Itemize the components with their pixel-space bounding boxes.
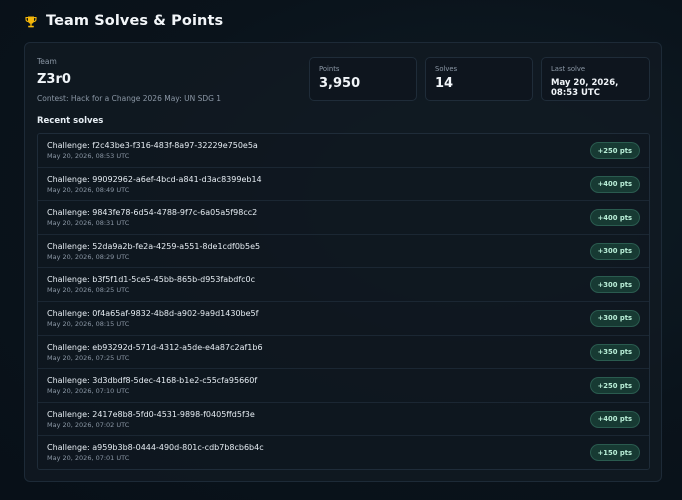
last-solve-value: May 20, 2026, 08:53 UTC: [551, 78, 619, 98]
team-panel: Team Z3r0 Contest: Hack for a Change 202…: [24, 42, 662, 482]
solve-time: May 20, 2026, 08:31 UTC: [47, 219, 130, 228]
page-header: Team Solves & Points: [24, 10, 223, 32]
solve-time: May 20, 2026, 08:53 UTC: [47, 152, 130, 160]
solve-time: May 20, 2026, 07:02 UTC: [47, 420, 130, 429]
challenge-name: Challenge: f2c43be3-f316-483f-8a97-32229…: [47, 141, 258, 150]
solve-row: Challenge: 0f4a65af-9832-4b8d-a902-9a9d1…: [38, 301, 649, 336]
solve-row: Challenge: eb93292d-571d-4312-a5de-e4a87…: [38, 335, 649, 370]
points-value: 3,950: [319, 76, 361, 91]
solve-row: Challenge: 99092962-a6ef-4bcd-a841-d3ac8…: [38, 167, 649, 202]
solve-time: May 20, 2026, 08:25 UTC: [47, 286, 130, 295]
points-badge: +250 pts: [589, 142, 640, 159]
solve-time: May 20, 2026, 08:49 UTC: [47, 185, 130, 194]
challenge-name: Challenge: 9843fe78-6d54-4788-9f7c-6a05a…: [47, 208, 258, 218]
solves-value: 14: [435, 76, 454, 91]
challenge-name: Challenge: 52da9a2b-fe2a-4259-a551-8de1c…: [47, 241, 261, 251]
solve-row: Challenge: b3f5f1d1-5ce5-45bb-865b-d953f…: [38, 268, 649, 302]
solve-row: Challenge: f2c43be3-f316-483f-8a97-32229…: [38, 134, 649, 168]
challenge-name: Challenge: eb93292d-571d-4312-a5de-e4a87…: [47, 342, 263, 352]
trophy-icon: [24, 14, 38, 28]
recent-solves-title: Recent solves: [37, 116, 104, 126]
solve-row: Challenge: 3d3dbdf8-5dec-4168-b1e2-c55cf…: [38, 369, 649, 403]
solve-row: Challenge: 2417e8b8-5fd0-4531-9898-f0405…: [38, 402, 649, 437]
challenge-name: Challenge: b3f5f1d1-5ce5-45bb-865b-d953f…: [47, 275, 256, 285]
solve-row: Challenge: 9843fe78-6d54-4788-9f7c-6a05a…: [38, 201, 649, 235]
solves-label: Solves: [435, 65, 458, 73]
points-card: Points 3,950: [309, 57, 417, 101]
challenge-name: Challenge: 0f4a65af-9832-4b8d-a902-9a9d1…: [47, 308, 259, 318]
team-label: Team: [37, 57, 57, 66]
points-badge: +400 pts: [589, 175, 640, 193]
points-label: Points: [319, 65, 340, 73]
points-badge: +300 pts: [589, 276, 640, 294]
solves-card: Solves 14: [425, 57, 533, 101]
points-badge: +400 pts: [589, 410, 640, 428]
points-badge: +350 pts: [589, 343, 640, 361]
solve-time: May 20, 2026, 07:01 UTC: [47, 454, 130, 463]
page-title: Team Solves & Points: [46, 13, 224, 29]
recent-solves-list: Challenge: f2c43be3-f316-483f-8a97-32229…: [37, 133, 650, 470]
challenge-name: Challenge: 3d3dbdf8-5dec-4168-b1e2-c55cf…: [47, 376, 258, 386]
solve-time: May 20, 2026, 07:25 UTC: [47, 353, 130, 362]
challenge-name: Challenge: a959b3b8-0444-490d-801c-cdb7b…: [47, 443, 264, 453]
solve-time: May 20, 2026, 07:10 UTC: [47, 387, 130, 396]
points-badge: +150 pts: [589, 444, 640, 462]
points-badge: +300 pts: [589, 242, 640, 260]
solve-row: Challenge: a959b3b8-0444-490d-801c-cdb7b…: [38, 436, 649, 469]
contest-name: Contest: Hack for a Change 2026 May: UN …: [37, 94, 222, 103]
team-name: Z3r0: [37, 72, 71, 87]
challenge-name: Challenge: 99092962-a6ef-4bcd-a841-d3ac8…: [47, 174, 262, 184]
challenge-name: Challenge: 2417e8b8-5fd0-4531-9898-f0405…: [47, 409, 255, 419]
points-badge: +400 pts: [589, 209, 640, 227]
points-badge: +250 pts: [589, 377, 640, 395]
solve-row: Challenge: 52da9a2b-fe2a-4259-a551-8de1c…: [38, 234, 649, 269]
team-info: Team Z3r0 Contest: Hack for a Change 202…: [37, 57, 221, 103]
solve-time: May 20, 2026, 08:29 UTC: [47, 252, 130, 261]
points-badge: +300 pts: [589, 309, 640, 327]
solve-time: May 20, 2026, 08:15 UTC: [47, 319, 130, 328]
last-solve-label: Last solve: [551, 65, 586, 73]
last-solve-card: Last solve May 20, 2026, 08:53 UTC: [541, 57, 650, 101]
